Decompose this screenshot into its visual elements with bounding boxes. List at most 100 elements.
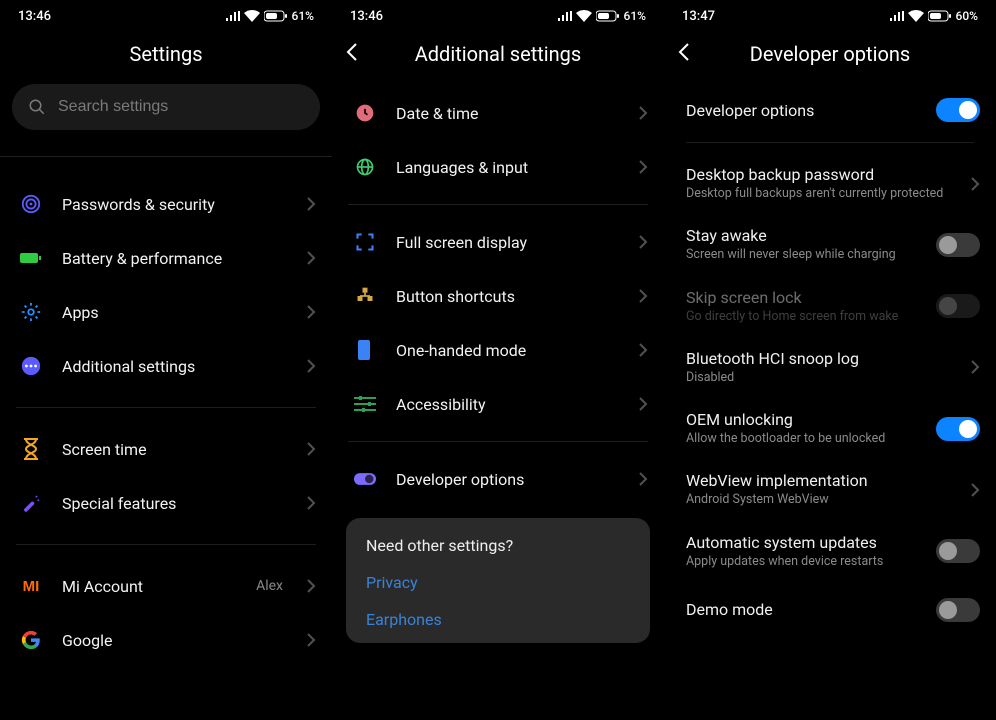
chevron-right-icon (307, 359, 316, 373)
dev-row-title: Desktop backup password (686, 165, 957, 184)
dev-row-title: Bluetooth HCI snoop log (686, 349, 957, 368)
settings-item-screentime[interactable]: Screen time (0, 422, 332, 476)
chevron-right-icon (639, 472, 648, 486)
setting-one-handed[interactable]: One-handed mode (332, 323, 664, 377)
search-icon (28, 98, 46, 116)
dev-desktop-backup-row[interactable]: Desktop backup password Desktop full bac… (664, 153, 996, 214)
back-button[interactable] (346, 43, 357, 65)
title-row: Settings (0, 32, 332, 76)
settings-item-miaccount[interactable]: MI Mi Account Alex (0, 559, 332, 613)
setting-accessibility[interactable]: Accessibility (332, 377, 664, 431)
shield-icon (20, 193, 42, 215)
status-bar: 13:47 60% (664, 0, 996, 28)
dev-row-title: WebView implementation (686, 471, 957, 490)
dev-bt-snoop-row[interactable]: Bluetooth HCI snoop log Disabled (664, 337, 996, 398)
card-link-earphones[interactable]: Earphones (366, 610, 630, 629)
gear-icon (20, 301, 42, 323)
status-right: 61% (225, 9, 314, 23)
settings-item-passwords[interactable]: Passwords & security (0, 177, 332, 231)
item-value: Alex (256, 578, 283, 594)
signal-icon (225, 11, 240, 22)
item-label: Date & time (396, 104, 619, 123)
toggle-switch[interactable] (936, 539, 980, 563)
chevron-left-icon (346, 43, 357, 61)
search-field[interactable] (12, 84, 320, 130)
search-input[interactable] (58, 98, 304, 116)
battery-icon (928, 10, 952, 22)
buttons-icon (354, 285, 376, 307)
setting-date-time[interactable]: Date & time (332, 86, 664, 140)
dev-row-sub: Allow the bootloader to be unlocked (686, 431, 922, 447)
dev-row-sub: Screen will never sleep while charging (686, 247, 922, 263)
status-right: 61% (557, 9, 646, 23)
card-link-privacy[interactable]: Privacy (366, 573, 630, 592)
item-label: Full screen display (396, 233, 619, 252)
wifi-icon (576, 10, 592, 22)
status-right: 60% (889, 9, 978, 23)
status-time: 13:46 (350, 9, 383, 24)
title-row: Developer options (664, 32, 996, 76)
item-label: Accessibility (396, 395, 619, 414)
item-label: Button shortcuts (396, 287, 619, 306)
google-logo-icon (20, 629, 42, 651)
toggle-switch[interactable] (936, 598, 980, 622)
item-label: Battery & performance (62, 249, 287, 268)
dev-skip-screenlock-row: Skip screen lock Go directly to Home scr… (664, 276, 996, 337)
chevron-right-icon (639, 160, 648, 174)
phone-icon (354, 339, 376, 361)
chevron-right-icon (971, 177, 980, 191)
battery-percent: 61 (624, 9, 638, 23)
chevron-right-icon (307, 251, 316, 265)
dev-oem-unlocking-row[interactable]: OEM unlocking Allow the bootloader to be… (664, 398, 996, 459)
setting-button-shortcuts[interactable]: Button shortcuts (332, 269, 664, 323)
chevron-right-icon (307, 442, 316, 456)
dev-master-toggle-row[interactable]: Developer options (664, 82, 996, 138)
chevron-right-icon (639, 235, 648, 249)
battery-percent: 61 (292, 9, 306, 23)
setting-languages[interactable]: Languages & input (332, 140, 664, 194)
dev-row-title: Stay awake (686, 226, 922, 245)
mi-logo-icon: MI (20, 575, 42, 597)
wand-icon (20, 492, 42, 514)
toggle-switch[interactable] (936, 233, 980, 257)
settings-item-google[interactable]: Google (0, 613, 332, 667)
settings-item-battery[interactable]: Battery & performance (0, 231, 332, 285)
battery-icon (264, 10, 288, 22)
chevron-right-icon (307, 633, 316, 647)
toggle-switch[interactable] (936, 98, 980, 122)
dev-row-title: Skip screen lock (686, 288, 922, 307)
chevron-right-icon (971, 483, 980, 497)
battery-icon (596, 10, 620, 22)
sliders-icon (354, 393, 376, 415)
dev-stay-awake-row[interactable]: Stay awake Screen will never sleep while… (664, 214, 996, 275)
settings-item-apps[interactable]: Apps (0, 285, 332, 339)
dev-row-title: Developer options (686, 101, 922, 120)
toggle-switch[interactable] (936, 417, 980, 441)
globe-icon (354, 156, 376, 178)
toggle-switch (936, 294, 980, 318)
chevron-right-icon (307, 197, 316, 211)
chevron-right-icon (307, 305, 316, 319)
wifi-icon (244, 10, 260, 22)
dev-demo-mode-row[interactable]: Demo mode (664, 582, 996, 638)
chevron-right-icon (307, 579, 316, 593)
dev-row-sub: Disabled (686, 370, 957, 386)
fullscreen-icon (354, 231, 376, 253)
chevron-left-icon (678, 43, 689, 61)
settings-item-additional[interactable]: Additional settings (0, 339, 332, 393)
setting-developer-options[interactable]: Developer options (332, 452, 664, 506)
dev-auto-updates-row[interactable]: Automatic system updates Apply updates w… (664, 521, 996, 582)
setting-fullscreen[interactable]: Full screen display (332, 215, 664, 269)
back-button[interactable] (678, 43, 689, 65)
hourglass-icon (20, 438, 42, 460)
dev-row-sub: Go directly to Home screen from wake (686, 309, 922, 325)
status-time: 13:47 (682, 9, 715, 24)
dev-webview-row[interactable]: WebView implementation Android System We… (664, 459, 996, 520)
battery-perf-icon (20, 247, 42, 269)
settings-item-special[interactable]: Special features (0, 476, 332, 530)
item-label: Screen time (62, 440, 287, 459)
page-title: Settings (129, 42, 202, 66)
signal-icon (889, 11, 904, 22)
wifi-icon (908, 10, 924, 22)
item-label: Developer options (396, 470, 619, 489)
